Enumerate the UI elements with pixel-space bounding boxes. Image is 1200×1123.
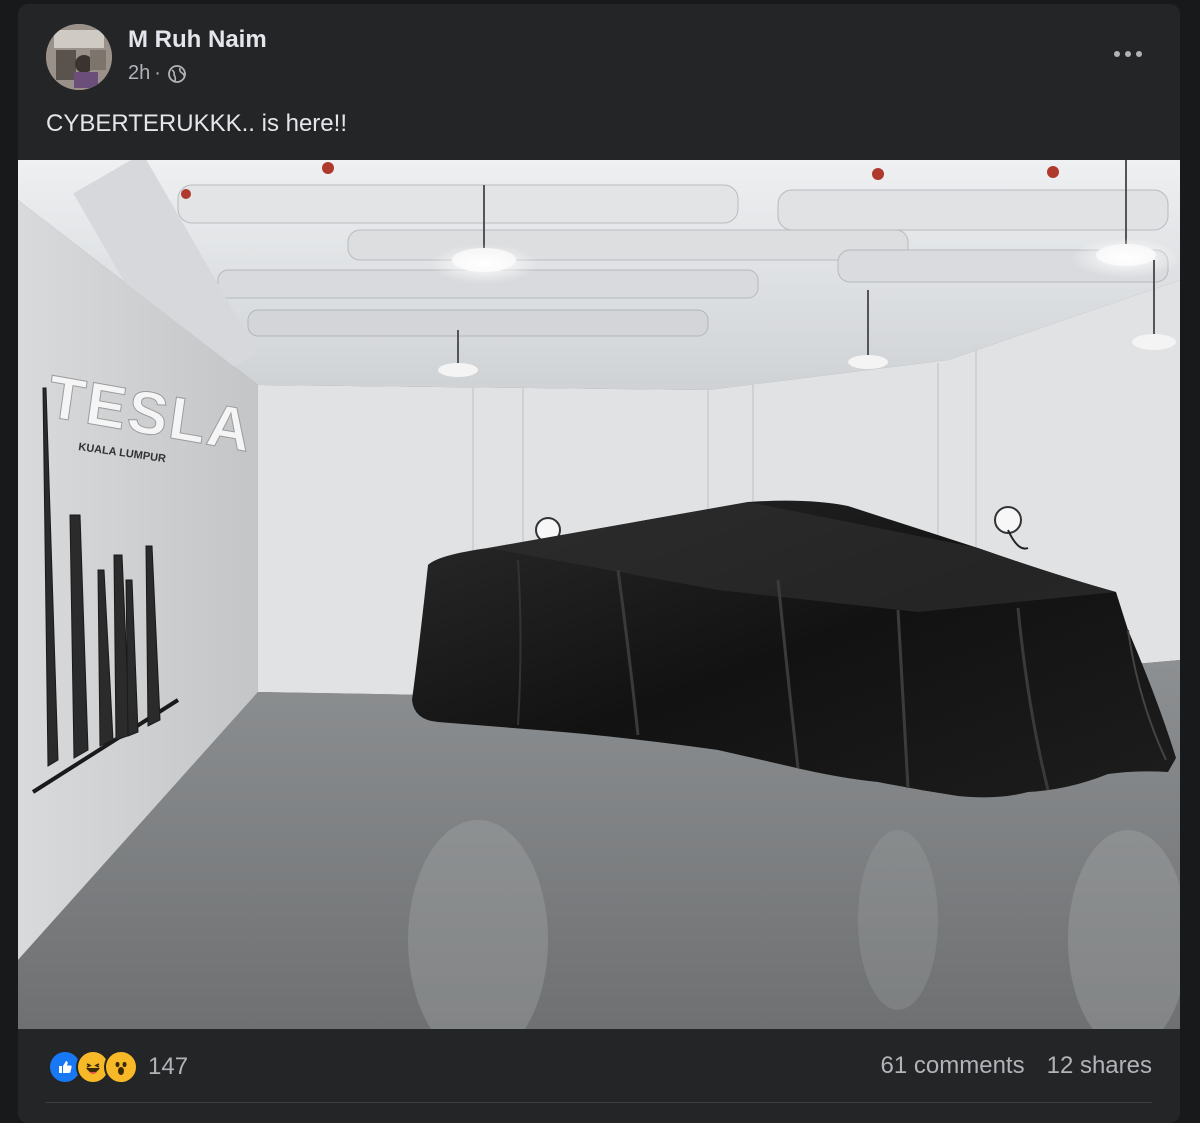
divider: [46, 1102, 1152, 1103]
comments-count[interactable]: 61 comments: [881, 1052, 1025, 1080]
post-meta: 2h ·: [128, 62, 187, 85]
shares-count[interactable]: 12 shares: [1047, 1052, 1152, 1080]
author-name[interactable]: M Ruh Naim: [128, 26, 267, 54]
more-options-icon[interactable]: [1108, 34, 1148, 74]
post-caption: CYBERTERUKKK.. is here!!: [46, 110, 347, 137]
avatar[interactable]: [46, 24, 112, 90]
globe-icon[interactable]: [167, 64, 187, 84]
meta-separator: ·: [154, 62, 161, 84]
post-time[interactable]: 2h: [128, 62, 150, 85]
post-card: M Ruh Naim 2h · CYBERTERUKKK.. is here!!: [18, 4, 1180, 1123]
reaction-count[interactable]: 147: [148, 1053, 188, 1081]
post-stats: 61 comments 12 shares: [881, 1052, 1152, 1080]
post-image[interactable]: TESLA KUALA LUMPUR: [18, 160, 1180, 1029]
reactions-summary[interactable]: 147: [48, 1050, 188, 1084]
wow-icon: [104, 1050, 138, 1084]
